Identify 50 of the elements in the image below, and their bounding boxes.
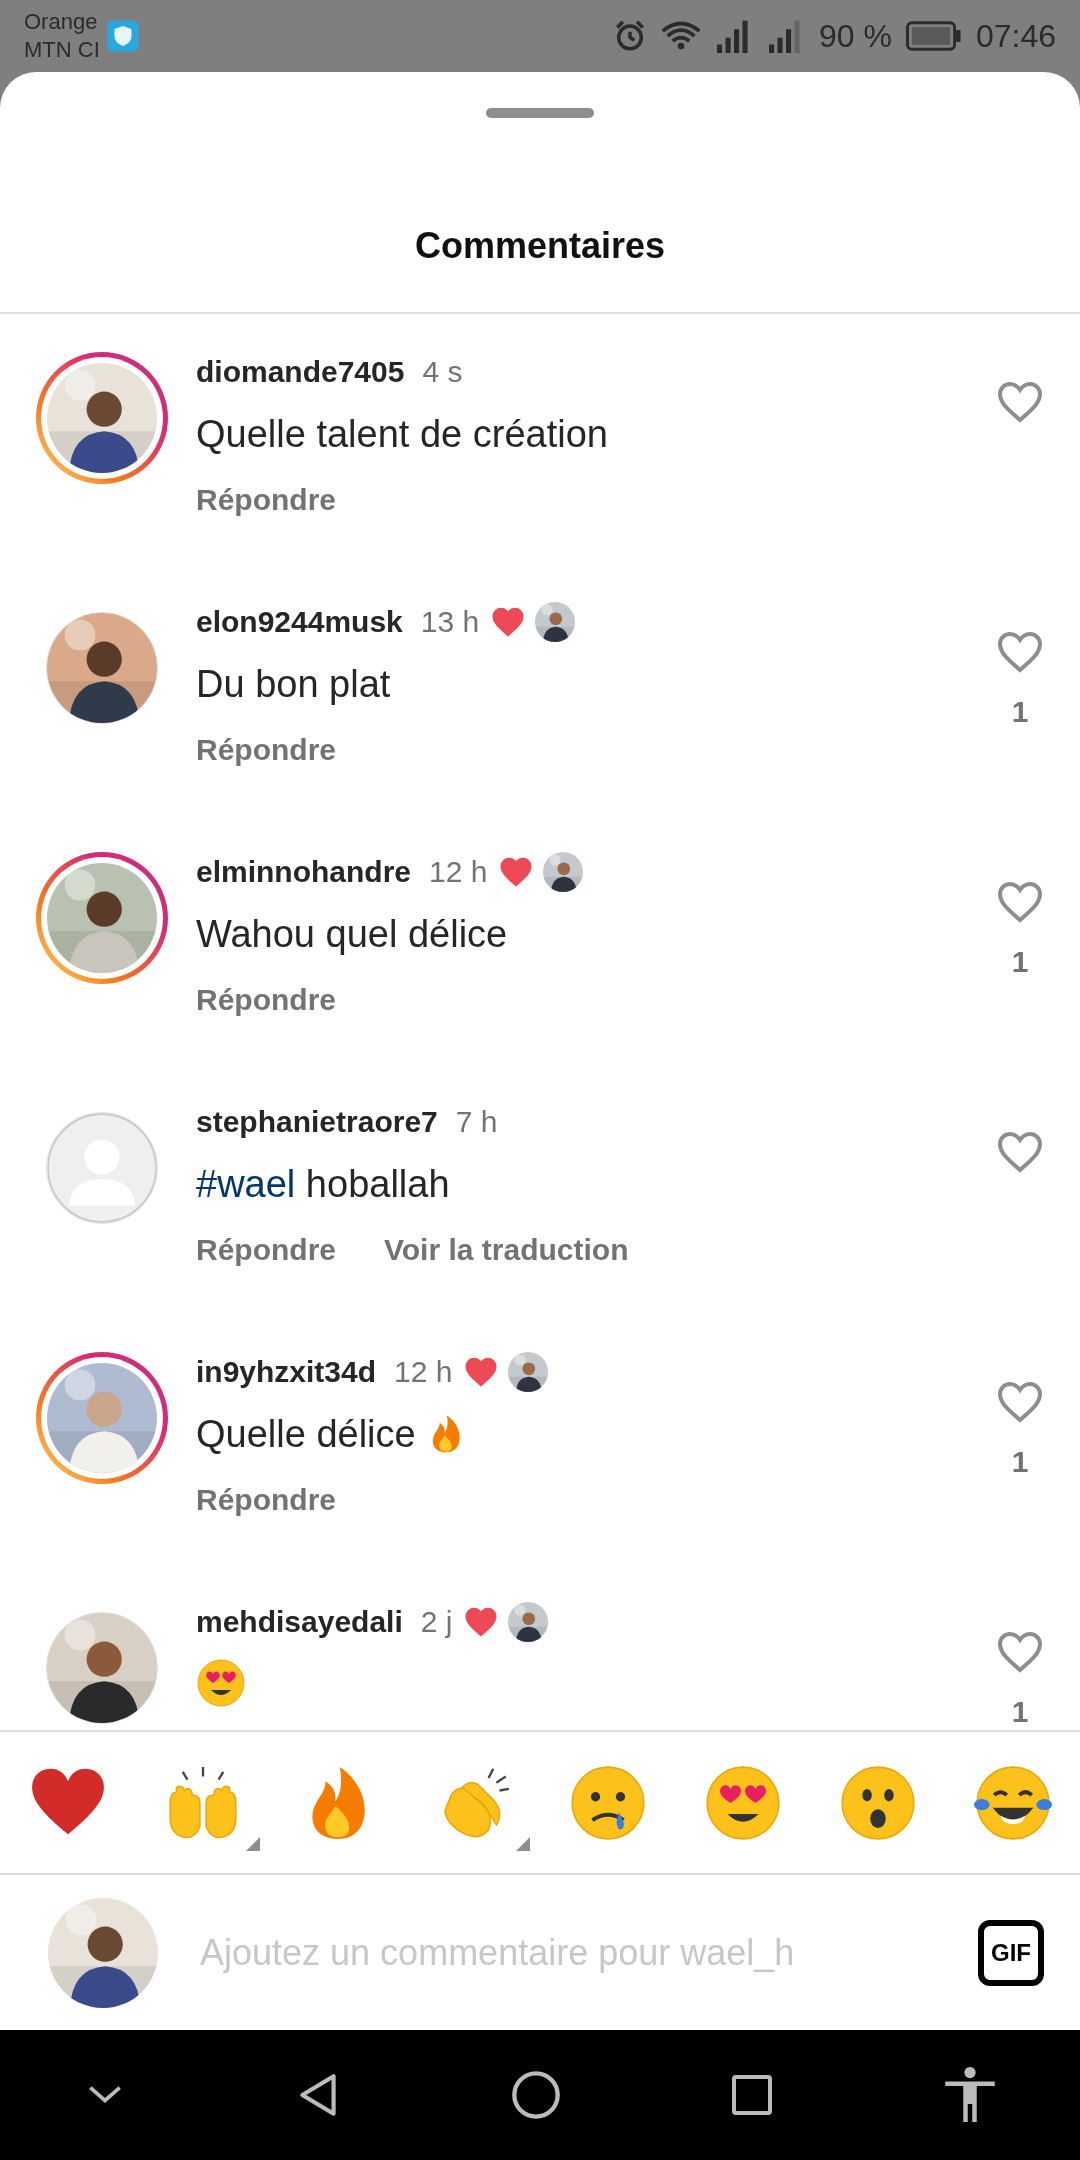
comment-text: #wael hoballah bbox=[196, 1162, 450, 1207]
clock: 07:46 bbox=[975, 17, 1056, 55]
sheet-title: Commentaires bbox=[414, 224, 666, 268]
heart-icon bbox=[499, 855, 534, 889]
timestamp: 12 h bbox=[394, 1355, 453, 1389]
timestamp: 7 h bbox=[455, 1105, 498, 1139]
username[interactable]: stephanietraore7 bbox=[196, 1105, 438, 1139]
alarm-icon bbox=[613, 19, 647, 53]
heart-icon bbox=[464, 1605, 499, 1639]
accessibility-icon[interactable] bbox=[942, 2065, 997, 2125]
surprised-face-emoji-icon bbox=[838, 1763, 917, 1842]
heart-icon bbox=[491, 605, 526, 639]
username[interactable]: in9yhzxit34d bbox=[196, 1355, 377, 1389]
comment-text: Du bon plat bbox=[196, 662, 391, 707]
username[interactable]: diomande7405 bbox=[196, 355, 405, 389]
home-icon[interactable] bbox=[509, 2069, 562, 2121]
comment-text: Quelle talent de création bbox=[196, 412, 608, 457]
reply-button[interactable]: Répondre bbox=[196, 1230, 336, 1270]
reply-button[interactable]: Répondre bbox=[196, 480, 336, 520]
crying-face-emoji-icon bbox=[568, 1763, 647, 1842]
laughing-face-emoji-icon bbox=[973, 1763, 1052, 1842]
shield-icon bbox=[105, 19, 140, 53]
reply-button[interactable]: Répondre bbox=[196, 1480, 336, 1520]
reply-button[interactable]: Répondre bbox=[196, 730, 336, 770]
carrier-name: MTN CI bbox=[24, 36, 100, 64]
timestamp: 4 s bbox=[422, 355, 463, 389]
like-count: 1 bbox=[1011, 1694, 1029, 1730]
drag-handle[interactable] bbox=[486, 108, 594, 118]
translate-link[interactable]: Voir la traduction bbox=[384, 1230, 629, 1270]
comment-input[interactable]: Ajoutez un commentaire pour wael_h bbox=[198, 1930, 938, 1975]
timestamp: 2 j bbox=[420, 1605, 453, 1639]
battery-icon bbox=[905, 21, 962, 51]
like-count: 1 bbox=[1011, 944, 1029, 980]
comment-text: Wahou quel délice bbox=[196, 912, 508, 957]
username[interactable]: mehdisayedali bbox=[196, 1605, 403, 1639]
comment-text: Quelle délice bbox=[196, 1412, 416, 1457]
username[interactable]: elon9244musk bbox=[196, 605, 403, 639]
battery-percent: 90 % bbox=[819, 17, 892, 55]
like-count: 1 bbox=[1011, 1444, 1029, 1480]
heart-eyes-emoji-icon bbox=[703, 1763, 782, 1842]
username[interactable]: elminnohandre bbox=[196, 855, 412, 889]
timestamp: 12 h bbox=[429, 855, 488, 889]
carrier-name: Orange bbox=[24, 8, 99, 36]
reply-button[interactable]: Répondre bbox=[196, 980, 336, 1020]
gif-button[interactable]: GIF bbox=[978, 1919, 1044, 1986]
like-count: 1 bbox=[1011, 694, 1029, 730]
timestamp: 13 h bbox=[420, 605, 480, 639]
avatar-icon bbox=[46, 1112, 158, 1224]
heart-icon bbox=[464, 1355, 499, 1389]
heart-eyes-emoji-icon bbox=[196, 1658, 246, 1708]
